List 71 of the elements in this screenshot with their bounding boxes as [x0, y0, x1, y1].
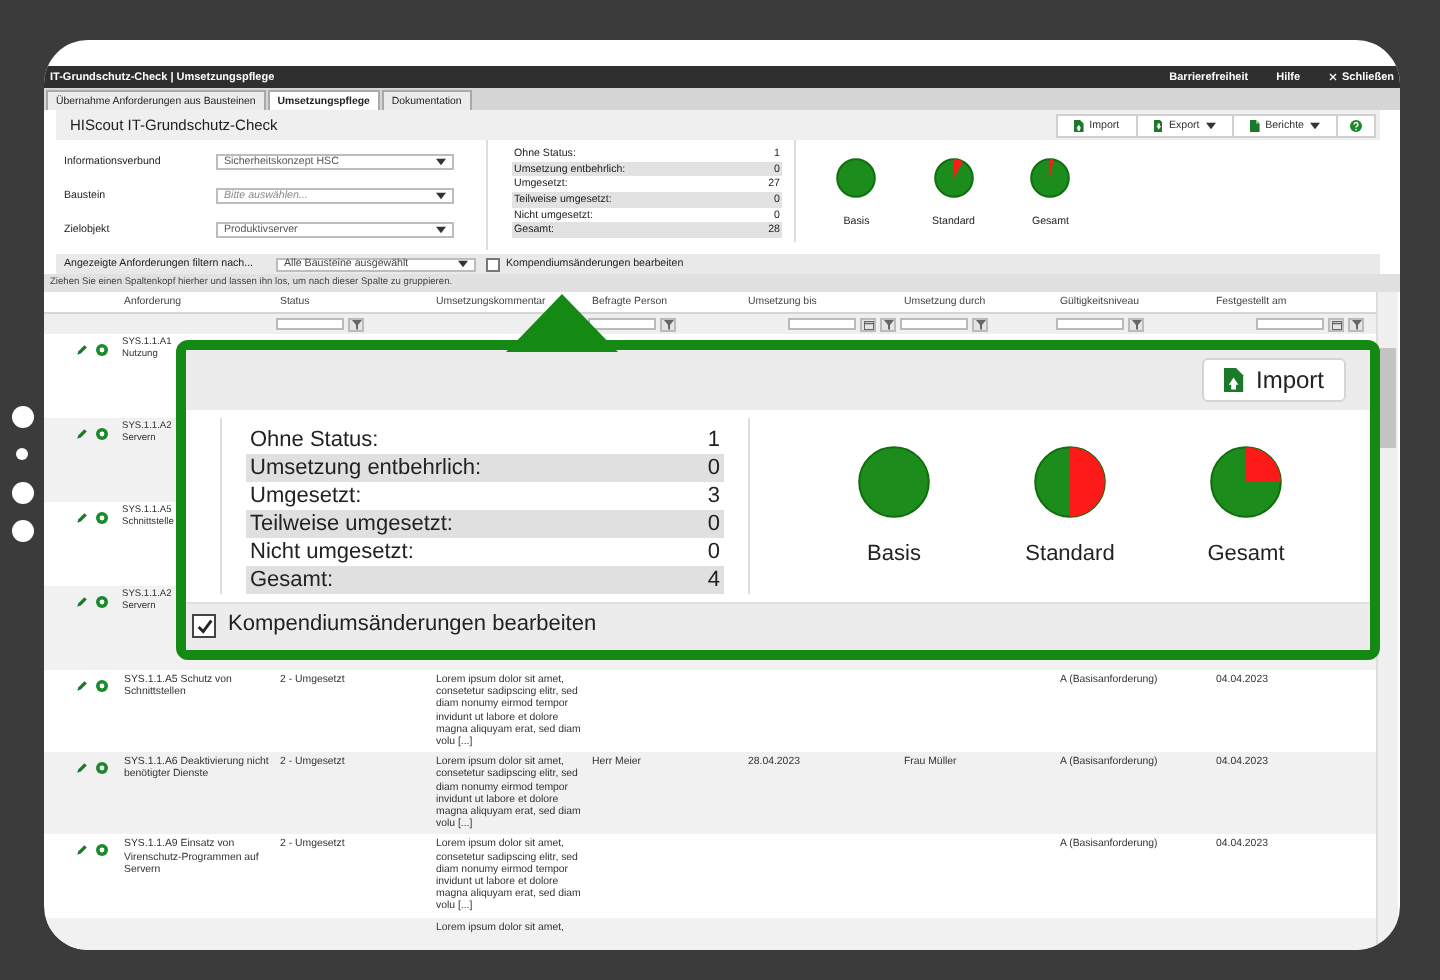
frame-dot	[11, 406, 33, 428]
caret-icon	[436, 191, 446, 199]
filter-field[interactable]	[588, 318, 656, 330]
help-button[interactable]	[1336, 113, 1376, 137]
filter-field[interactable]	[900, 318, 968, 330]
status-icon	[96, 762, 108, 775]
edit-icon[interactable]	[76, 680, 88, 692]
close-icon	[1328, 72, 1339, 82]
status-icon	[96, 344, 108, 356]
stat-value: 0	[707, 456, 720, 480]
pie-chart-icon	[933, 158, 974, 198]
import-icon	[1073, 119, 1084, 131]
stat-value: 0	[707, 512, 720, 536]
pie-chart-icon	[1210, 446, 1282, 518]
stat-value: 0	[707, 540, 720, 564]
stat-label: Gesamt:	[250, 568, 334, 592]
pie-label: Gesamt	[1207, 542, 1285, 566]
pie-label: Standard	[1025, 542, 1115, 566]
stat-label: Umgesetzt:	[250, 484, 362, 508]
filter-field[interactable]	[1056, 318, 1124, 330]
caret-icon	[436, 225, 446, 233]
caret-icon	[436, 157, 446, 165]
scrollbar[interactable]	[1376, 292, 1398, 950]
filter-field[interactable]	[788, 318, 856, 330]
stat-label: Ohne Status:	[250, 428, 379, 452]
edit-icon[interactable]	[76, 762, 88, 775]
checkbox-label: Kompendiumsänderungen bearbeiten	[228, 612, 597, 636]
edit-icon[interactable]	[76, 844, 88, 857]
filter-field[interactable]	[276, 318, 344, 330]
status-icon	[96, 512, 108, 524]
status-icon	[96, 844, 108, 857]
edit-icon[interactable]	[76, 344, 88, 356]
pie-label: Basis	[867, 542, 921, 566]
status-icon	[96, 680, 108, 692]
pie-chart-icon	[858, 446, 930, 518]
status-icon	[96, 428, 108, 440]
status-icon	[96, 596, 108, 608]
pie-chart-icon	[1034, 446, 1106, 518]
edit-icon[interactable]	[76, 596, 88, 608]
filter-button[interactable]	[660, 317, 676, 331]
frame-dot	[11, 482, 33, 504]
caret-icon	[458, 260, 468, 268]
checkbox[interactable]	[192, 614, 216, 638]
stat-value: 4	[707, 568, 720, 592]
help-icon	[1350, 119, 1362, 131]
calendar-button[interactable]	[860, 317, 876, 331]
filter-button[interactable]	[1128, 317, 1144, 331]
filter-button[interactable]	[880, 317, 896, 331]
document-icon	[1249, 119, 1260, 131]
stat-label: Nicht umgesetzt:	[250, 540, 414, 564]
stat-value: 1	[707, 428, 720, 452]
filter-button[interactable]	[348, 317, 364, 331]
filter-button[interactable]	[1348, 317, 1364, 331]
frame-dot	[16, 448, 28, 460]
export-icon	[1153, 119, 1163, 131]
stat-label: Umsetzung entbehrlich:	[250, 456, 482, 480]
import-icon	[1224, 368, 1244, 392]
import-button[interactable]: Import	[1202, 358, 1346, 402]
filter-field[interactable]	[1256, 318, 1324, 330]
stat-value: 3	[707, 484, 720, 508]
stat-label: Teilweise umgesetzt:	[250, 512, 453, 536]
checkbox[interactable]	[486, 257, 500, 271]
edit-icon[interactable]	[76, 512, 88, 524]
filter-button[interactable]	[972, 317, 988, 331]
pie-chart-icon	[836, 158, 877, 198]
calendar-button[interactable]	[1328, 317, 1344, 331]
caret-icon	[1205, 121, 1216, 129]
caret-icon	[1310, 121, 1320, 129]
pie-chart-icon	[1030, 158, 1071, 198]
frame-dot	[11, 520, 33, 542]
edit-icon[interactable]	[76, 428, 88, 440]
